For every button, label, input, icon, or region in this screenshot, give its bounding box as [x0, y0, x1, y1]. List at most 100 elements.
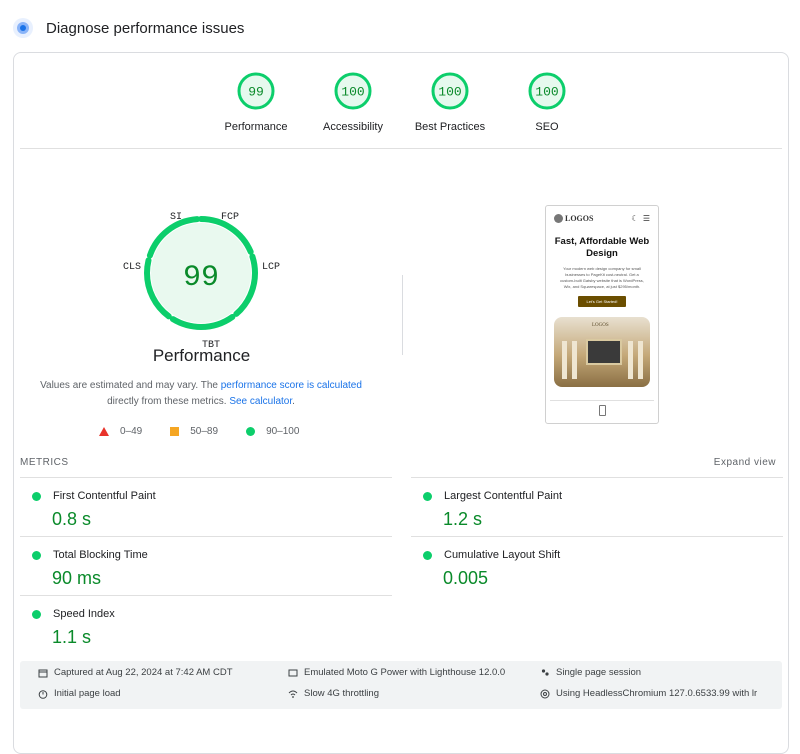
- score-label: Accessibility: [323, 121, 383, 133]
- score-value: 100: [341, 85, 364, 100]
- performance-gauge: 99 SI FCP LCP CLS TBT: [114, 203, 289, 363]
- network-throttling: Slow 4G throttling: [288, 688, 379, 699]
- score-summary: 99 Performance 100 Accessibility 100 Bes…: [14, 71, 788, 151]
- metrics-heading: METRICS: [20, 457, 69, 468]
- metrics-header: METRICS Expand view: [20, 457, 776, 468]
- logo-icon: [554, 213, 563, 223]
- preview-nav: LOGOS ☾ ☰: [546, 206, 658, 224]
- score-best-practices[interactable]: 100 Best Practices: [395, 71, 505, 133]
- browser-text: Using HeadlessChromium 127.0.6533.99 wit…: [556, 688, 758, 699]
- estimate-text: Values are estimated and may vary. The: [40, 380, 221, 391]
- people-icon: [541, 668, 549, 676]
- legend-average: 50–89: [170, 426, 218, 437]
- metric-name: Speed Index: [20, 608, 392, 620]
- score-ring: 99: [237, 72, 275, 110]
- score-value: 100: [438, 85, 461, 100]
- menu-icon: ☰: [642, 213, 650, 223]
- score-value: 100: [535, 85, 558, 100]
- preview-footer: [550, 400, 654, 419]
- column-shape: [638, 341, 643, 379]
- metric-tbt: Total Blocking Time 90 ms: [20, 536, 392, 589]
- metric-value: 0.005: [443, 568, 489, 588]
- legend-label: 0–49: [120, 426, 143, 437]
- column-shape: [562, 341, 567, 379]
- circle-icon: [32, 550, 41, 560]
- column-shape: [572, 341, 577, 379]
- browser-info: Using HeadlessChromium 127.0.6533.99 wit…: [540, 688, 757, 699]
- score-label: Best Practices: [414, 121, 486, 133]
- circle-icon: [32, 491, 41, 501]
- gauge-label-cls: CLS: [123, 262, 141, 273]
- divider: [20, 595, 392, 596]
- timer-icon: [38, 689, 48, 699]
- preview-image-logo: LOGOS: [592, 323, 609, 328]
- score-label: Performance: [224, 121, 288, 133]
- moon-icon: ☾: [631, 213, 639, 223]
- score-label: SEO: [535, 121, 559, 133]
- page-title: Diagnose performance issues: [46, 19, 245, 37]
- gauge-score: 99: [183, 261, 219, 295]
- metric-name: First Contentful Paint: [20, 490, 392, 502]
- metric-name: Cumulative Layout Shift: [411, 549, 783, 561]
- divider: [20, 477, 392, 478]
- throttling-text: Slow 4G throttling: [304, 688, 379, 699]
- device-icon: [288, 669, 298, 676]
- captured-text: Captured at Aug 22, 2024 at 7:42 AM CDT: [54, 667, 233, 678]
- score-accessibility[interactable]: 100 Accessibility: [298, 71, 408, 133]
- circle-icon: [423, 550, 432, 560]
- metric-name: Largest Contentful Paint: [411, 490, 783, 502]
- chrome-icon: [540, 689, 550, 698]
- divider: [20, 148, 782, 149]
- calculator-link[interactable]: See calculator: [229, 396, 292, 407]
- session-type: Single page session: [540, 667, 641, 678]
- metric-si: Speed Index 1.1 s: [20, 595, 392, 648]
- metric-fcp: First Contentful Paint 0.8 s: [20, 477, 392, 530]
- preview-nav-icons: ☾ ☰: [631, 214, 650, 223]
- metric-label: Total Blocking Time: [53, 549, 148, 561]
- score-ring: 100: [334, 72, 372, 110]
- legend-good: 90–100: [246, 426, 299, 437]
- emulated-device: Emulated Moto G Power with Lighthouse 12…: [288, 667, 505, 678]
- circle-icon: [423, 491, 432, 501]
- metric-label: First Contentful Paint: [53, 490, 156, 502]
- gauge-title: Performance: [152, 346, 251, 365]
- circle-icon: [246, 427, 256, 436]
- metric-value: 1.2 s: [443, 509, 483, 529]
- legend-poor: 0–49: [99, 426, 142, 437]
- preview-logo: LOGOS: [554, 213, 594, 223]
- gauge-label-si: SI: [170, 212, 182, 223]
- performance-gauge-chart: 99 SI FCP LCP CLS TBT: [123, 212, 280, 351]
- divider: [20, 536, 392, 537]
- session-text: Single page session: [556, 667, 642, 678]
- wifi-icon: [288, 690, 298, 698]
- preview-text: Your modern web design company for small…: [560, 266, 644, 289]
- preview-image: LOGOS: [554, 317, 650, 387]
- metric-name: Total Blocking Time: [20, 549, 392, 561]
- calendar-icon: [38, 669, 48, 677]
- page-screenshot-preview[interactable]: LOGOS ☾ ☰ Fast, Affordable Web Design Yo…: [545, 205, 659, 424]
- gauge-label-fcp: FCP: [221, 212, 239, 223]
- initial-text: Initial page load: [54, 688, 121, 699]
- metric-label: Cumulative Layout Shift: [444, 549, 561, 561]
- score-calculation-link[interactable]: performance score is calculated: [221, 380, 362, 391]
- estimate-text: directly from these metrics.: [107, 396, 230, 407]
- score-seo[interactable]: 100 SEO: [492, 71, 602, 133]
- square-icon: [170, 427, 180, 436]
- metric-value: 1.1 s: [52, 627, 92, 647]
- score-performance[interactable]: 99 Performance: [201, 71, 311, 133]
- runtime-settings: Captured at Aug 22, 2024 at 7:42 AM CDT …: [20, 661, 782, 709]
- preview-logo-text: LOGOS: [565, 213, 594, 223]
- circle-icon: [32, 609, 41, 619]
- metric-label: Largest Contentful Paint: [444, 490, 563, 502]
- expand-view-button[interactable]: Expand view: [714, 457, 776, 468]
- estimate-note: Values are estimated and may vary. The p…: [36, 378, 366, 410]
- legend-label: 90–100: [266, 426, 300, 437]
- score-legend: 0–49 50–89 90–100: [99, 426, 327, 437]
- gauge-label-lcp: LCP: [262, 262, 280, 273]
- score-ring: 100: [528, 72, 566, 110]
- legend-label: 50–89: [190, 426, 219, 437]
- triangle-icon: [99, 427, 109, 436]
- lighthouse-icon: [13, 18, 33, 38]
- metric-value: 90 ms: [52, 568, 102, 588]
- report-card: 99 Performance 100 Accessibility 100 Bes…: [13, 52, 789, 754]
